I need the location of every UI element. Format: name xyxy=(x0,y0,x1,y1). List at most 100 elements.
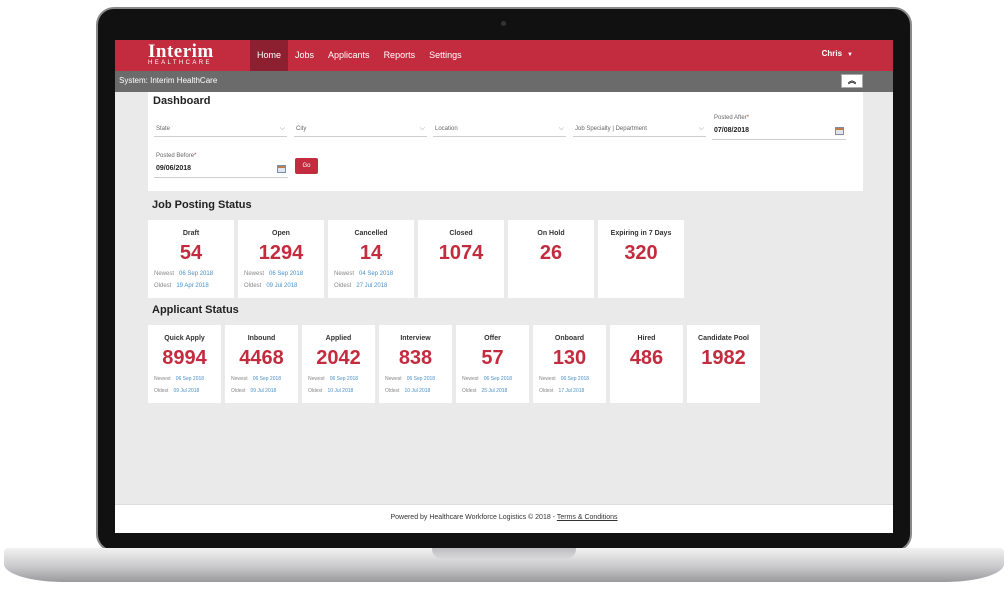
oldest-date[interactable]: 17 Jul 2018 xyxy=(558,388,584,394)
card-label: Hired xyxy=(637,335,656,342)
card-label: Closed xyxy=(449,230,473,237)
oldest-row: Oldest 19 Apr 2018 xyxy=(154,283,209,289)
card-label: Expiring in 7 Days xyxy=(610,230,672,237)
status-card-offer[interactable]: Offer 57 Newest 06 Sep 2018 Oldest 25 Jul 201… xyxy=(456,325,529,403)
user-name: Chris xyxy=(821,49,843,58)
posted-before-field[interactable]: Posted Before* 09/06/2018 xyxy=(154,153,288,178)
newest-date[interactable]: 06 Sep 2018 xyxy=(179,271,213,277)
card-count: 486 xyxy=(629,347,664,369)
terms-link[interactable]: Terms & Conditions xyxy=(557,514,618,521)
chevron-down-icon: ⌵ xyxy=(558,125,564,132)
main-content: Dashboard State ⌵ City ⌵ Location ⌵ Job … xyxy=(115,92,893,504)
card-label: Interview xyxy=(400,335,431,342)
status-card-onboard[interactable]: Onboard 130 Newest 06 Sep 2018 Oldest 17 Jul … xyxy=(533,325,606,403)
status-card-open[interactable]: Open 1294 Newest 06 Sep 2018 Oldest 09 Jul 20… xyxy=(238,220,324,298)
posted-after-label-text: Posted After xyxy=(714,115,747,121)
posted-before-label: Posted Before* xyxy=(156,153,196,159)
newest-label: Newest xyxy=(462,376,479,382)
collapse-button[interactable]: ︽ xyxy=(841,74,863,88)
newest-date[interactable]: 06 Sep 2018 xyxy=(253,376,281,382)
oldest-date[interactable]: 09 Jul 2018 xyxy=(266,283,297,289)
newest-label: Newest xyxy=(154,376,171,382)
newest-date[interactable]: 06 Sep 2018 xyxy=(269,271,303,277)
newest-row: Newest 04 Sep 2018 xyxy=(334,271,393,277)
state-select[interactable]: State ⌵ xyxy=(154,123,287,137)
posted-before-value: 09/06/2018 xyxy=(156,165,192,172)
oldest-date[interactable]: 10 Jul 2018 xyxy=(404,388,430,394)
footer: Powered by Healthcare Workforce Logistic… xyxy=(115,504,893,533)
specialty-select-value: Job Specialty | Department xyxy=(575,126,647,132)
card-count: 838 xyxy=(398,347,433,369)
oldest-label: Oldest xyxy=(385,388,400,394)
newest-date[interactable]: 06 Sep 2018 xyxy=(330,376,358,382)
page-title: Dashboard xyxy=(153,95,211,107)
newest-date[interactable]: 06 Sep 2018 xyxy=(561,376,589,382)
location-select[interactable]: Location ⌵ xyxy=(433,123,566,137)
newest-label: Newest xyxy=(539,376,556,382)
status-card-applied[interactable]: Applied 2042 Newest 06 Sep 2018 Oldest 10 Jul… xyxy=(302,325,375,403)
newest-row: Newest 06 Sep 2018 xyxy=(154,376,204,382)
nav-jobs[interactable]: Jobs xyxy=(288,40,321,71)
city-select-value: City xyxy=(296,126,307,132)
status-card-on-hold[interactable]: On Hold 26 xyxy=(508,220,594,298)
oldest-date[interactable]: 10 Jul 2018 xyxy=(327,388,353,394)
status-card-inbound[interactable]: Inbound 4468 Newest 06 Sep 2018 Oldest 09 Jul… xyxy=(225,325,298,403)
user-menu[interactable]: Chris ▼ xyxy=(822,49,853,58)
card-count: 26 xyxy=(539,242,563,264)
newest-row: Newest 06 Sep 2018 xyxy=(231,376,281,382)
brand-logo[interactable]: Interim HEALTHCARE xyxy=(148,41,214,67)
newest-row: Newest 06 Sep 2018 xyxy=(154,271,213,277)
logo-main-text: Interim xyxy=(148,41,214,62)
nav-settings[interactable]: Settings xyxy=(422,40,469,71)
chevron-down-icon: ⌵ xyxy=(419,125,425,132)
oldest-label: Oldest xyxy=(231,388,246,394)
oldest-date[interactable]: 25 Jul 2018 xyxy=(481,388,507,394)
newest-date[interactable]: 06 Sep 2018 xyxy=(407,376,435,382)
card-label: Candidate Pool xyxy=(698,335,749,342)
status-card-draft[interactable]: Draft 54 Newest 06 Sep 2018 Oldest 19 Apr 201… xyxy=(148,220,234,298)
status-card-interview[interactable]: Interview 838 Newest 06 Sep 2018 Oldest 10 Ju… xyxy=(379,325,452,403)
posted-after-value: 07/08/2018 xyxy=(714,127,750,134)
newest-date[interactable]: 04 Sep 2018 xyxy=(359,271,393,277)
nav-reports[interactable]: Reports xyxy=(377,40,423,71)
status-card-closed[interactable]: Closed 1074 xyxy=(418,220,504,298)
city-select[interactable]: City ⌵ xyxy=(294,123,427,137)
newest-label: Newest xyxy=(154,271,175,277)
oldest-label: Oldest xyxy=(462,388,477,394)
dashboard-filter-panel: Dashboard State ⌵ City ⌵ Location ⌵ Job … xyxy=(148,92,863,191)
oldest-row: Oldest 10 Jul 2018 xyxy=(385,388,430,394)
status-card-hired[interactable]: Hired 486 xyxy=(610,325,683,403)
oldest-date[interactable]: 09 Jul 2018 xyxy=(250,388,276,394)
newest-label: Newest xyxy=(385,376,402,382)
specialty-select[interactable]: Job Specialty | Department ⌵ xyxy=(573,123,706,137)
oldest-date[interactable]: 27 Jul 2018 xyxy=(356,283,387,289)
newest-row: Newest 06 Sep 2018 xyxy=(539,376,589,382)
logo-sub-text: HEALTHCARE xyxy=(148,60,212,66)
newest-date[interactable]: 06 Sep 2018 xyxy=(176,376,204,382)
oldest-date[interactable]: 09 Jul 2018 xyxy=(173,388,199,394)
status-card-expiring-in-7-days[interactable]: Expiring in 7 Days 320 xyxy=(598,220,684,298)
oldest-label: Oldest xyxy=(154,283,172,289)
card-count: 130 xyxy=(552,347,587,369)
calendar-icon[interactable] xyxy=(277,165,286,173)
status-card-candidate-pool[interactable]: Candidate Pool 1982 xyxy=(687,325,760,403)
nav-home[interactable]: Home xyxy=(250,40,289,71)
calendar-icon[interactable] xyxy=(835,127,844,135)
chevron-down-icon: ⌵ xyxy=(698,125,704,132)
status-card-cancelled[interactable]: Cancelled 14 Newest 04 Sep 2018 Oldest 27 Jul… xyxy=(328,220,414,298)
posted-after-field[interactable]: Posted After* 07/08/2018 xyxy=(712,115,846,140)
newest-date[interactable]: 06 Sep 2018 xyxy=(484,376,512,382)
oldest-label: Oldest xyxy=(334,283,352,289)
card-count: 4468 xyxy=(239,347,284,369)
card-label: Onboard xyxy=(554,335,585,342)
camera-icon xyxy=(501,21,506,26)
go-button[interactable]: Go xyxy=(295,158,318,174)
card-label: Open xyxy=(272,230,290,237)
system-label: System: Interim HealthCare xyxy=(119,76,217,85)
oldest-row: Oldest 09 Jul 2018 xyxy=(231,388,276,394)
oldest-date[interactable]: 19 Apr 2018 xyxy=(176,283,208,289)
status-card-quick-apply[interactable]: Quick Apply 8994 Newest 06 Sep 2018 Oldest 09… xyxy=(148,325,221,403)
card-count: 57 xyxy=(481,347,504,369)
card-count: 8994 xyxy=(162,347,207,369)
nav-applicants[interactable]: Applicants xyxy=(321,40,377,71)
